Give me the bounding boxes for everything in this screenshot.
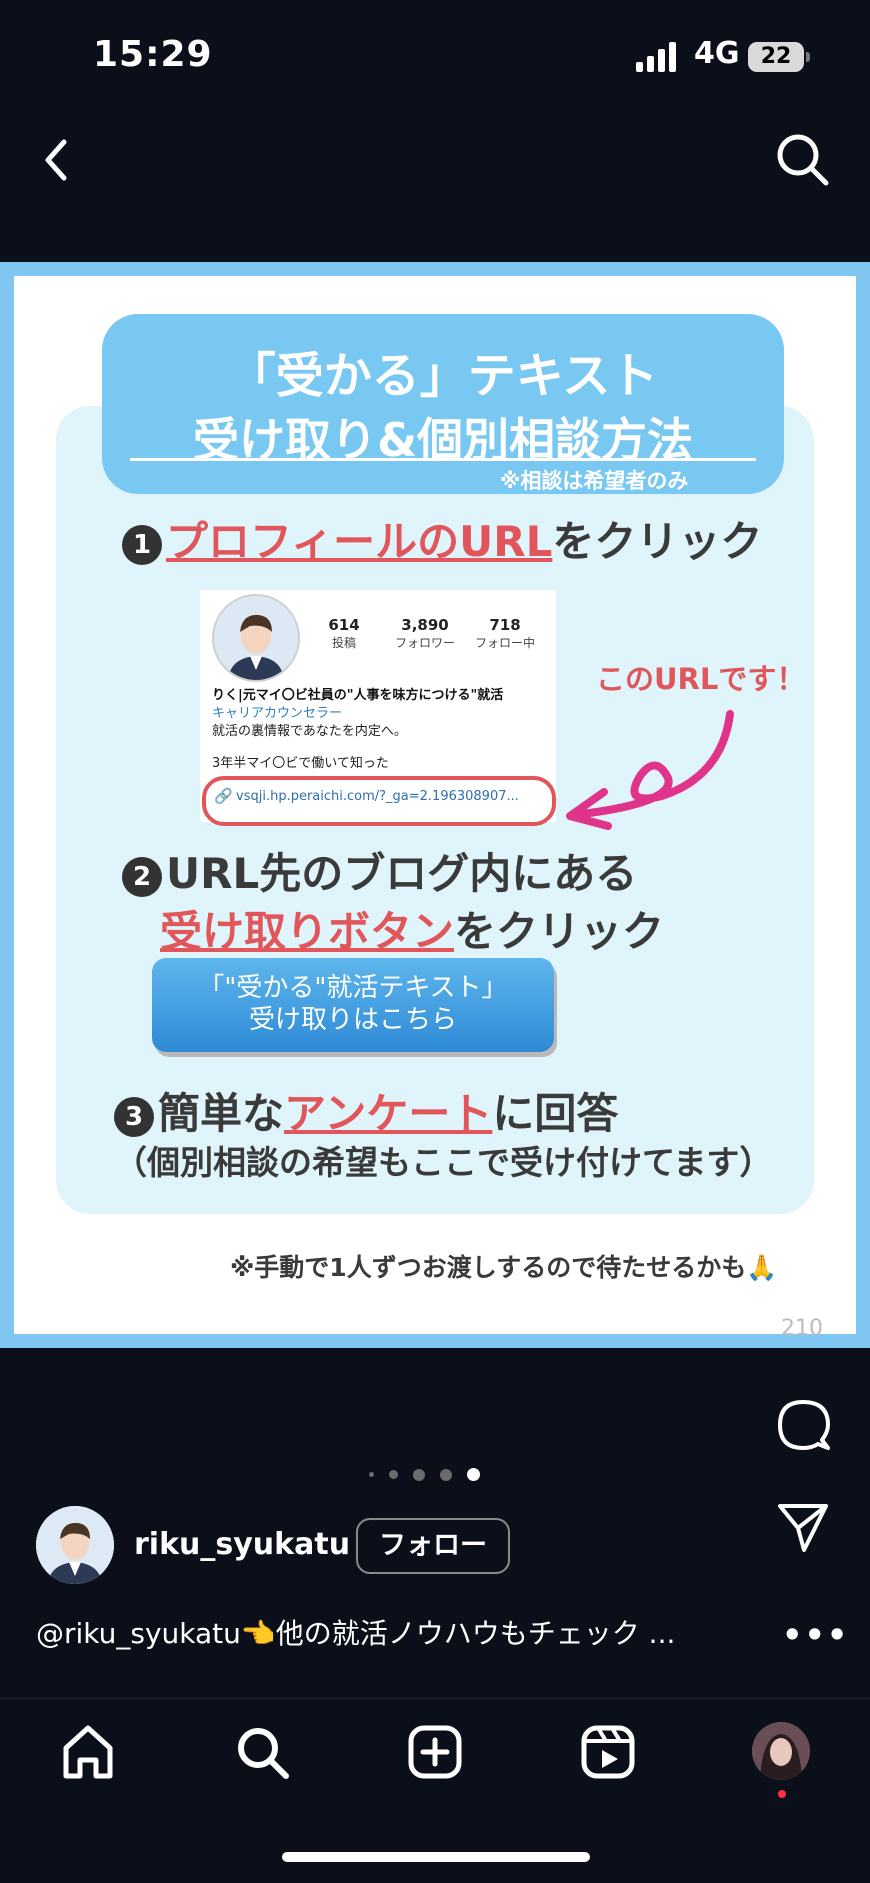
follow-button[interactable]: フォロー <box>356 1518 510 1574</box>
carousel-dot <box>389 1470 399 1479</box>
home-indicator[interactable] <box>282 1852 590 1862</box>
profile-bio-line2: 3年半マイ〇ビで働いて知った <box>212 756 389 771</box>
stat-following-value: 718 <box>489 616 521 634</box>
post-caption[interactable]: @riku_syukatu👈他の就活ノウハウもチェック ... <box>36 1612 675 1652</box>
step3-number: 3 <box>114 1096 154 1137</box>
comment-icon[interactable] <box>776 1398 830 1452</box>
post-footnote: ※手動で1人ずつお渡しするので待たせるかも🙏 <box>230 1253 778 1282</box>
status-time: 15:29 <box>93 34 213 75</box>
step1-rest: をクリック <box>552 517 763 566</box>
stat-followers: 3,890 フォロワー <box>390 616 460 651</box>
step3-pre: 簡単な <box>158 1089 285 1138</box>
carousel-dot <box>413 1468 426 1481</box>
stat-posts-label: 投稿 <box>331 636 356 650</box>
battery-tip <box>806 52 810 62</box>
post-title-line1: 「受かる」テキスト <box>227 348 659 404</box>
notification-dot <box>778 1790 786 1798</box>
profile-avatar <box>212 594 300 682</box>
stat-following: 718 フォロー中 <box>468 616 542 651</box>
search-tab-icon[interactable] <box>232 1722 292 1782</box>
step3-line1: 3 簡単なアンケートに回答 <box>114 1080 618 1141</box>
profile-category: キャリアカウンセラー <box>212 706 343 721</box>
step3-rest: に回答 <box>492 1089 619 1138</box>
step3-subtext: （個別相談の希望もここで受け付けてます） <box>114 1143 773 1182</box>
link-icon: 🔗 <box>214 787 233 805</box>
button-line2: 受け取りはこちら <box>248 1005 457 1035</box>
profile-name: りく|元マイ〇ビ社員の"人事を味方につける"就活 <box>212 688 504 703</box>
profile-tab-avatar[interactable] <box>752 1722 810 1780</box>
carousel-dot <box>440 1468 453 1481</box>
carousel-dot-active <box>467 1468 481 1481</box>
title-divider <box>130 458 756 461</box>
step2-line1: 2 URL先のブログ内にある <box>122 840 637 901</box>
step1-number: 1 <box>122 524 162 565</box>
home-icon[interactable] <box>58 1722 118 1782</box>
stat-posts: 614 投稿 <box>318 616 370 651</box>
like-count: 210 <box>781 1316 823 1341</box>
more-options-icon[interactable]: ••• <box>782 1616 849 1654</box>
profile-link: vsqji.hp.peraichi.com/?_ga=2.196308907..… <box>236 789 519 804</box>
step2-highlight: 受け取りボタン <box>160 907 455 956</box>
signal-strength-icon <box>636 42 676 72</box>
carousel-dots <box>364 1464 485 1483</box>
send-icon[interactable] <box>776 1502 830 1554</box>
button-line1: 「"受かる"就活テキスト」 <box>198 973 508 1003</box>
network-type: 4G <box>694 36 740 71</box>
carousel-dot <box>369 1472 374 1477</box>
step2-number: 2 <box>122 856 162 897</box>
step1: 1 プロフィールのURLをクリック <box>122 508 762 569</box>
title-note: ※相談は希望者のみ <box>500 469 689 493</box>
receive-text-button[interactable]: 「"受かる"就活テキスト」 受け取りはこちら <box>152 958 554 1052</box>
stat-followers-value: 3,890 <box>401 616 449 634</box>
profile-bio-line1: 就活の裏情報であなたを内定へ。 <box>212 724 407 739</box>
back-chevron-icon[interactable] <box>36 132 80 188</box>
new-post-icon[interactable] <box>405 1722 465 1782</box>
stat-posts-value: 614 <box>328 616 360 634</box>
step2-text: URL先のブログ内にある <box>166 849 638 898</box>
stat-followers-label: フォロワー <box>394 636 455 650</box>
search-icon[interactable] <box>774 131 830 187</box>
stat-following-label: フォロー中 <box>474 636 535 650</box>
author-avatar[interactable] <box>36 1506 114 1584</box>
curly-arrow-icon <box>566 710 734 830</box>
step1-highlight: プロフィールのURL <box>166 517 553 566</box>
step2-line2: 受け取りボタンをクリック <box>160 898 664 959</box>
heart-icon[interactable] <box>770 1236 832 1294</box>
step3-highlight: アンケート <box>284 1089 493 1138</box>
url-callout: このURLです！ <box>596 662 806 696</box>
reels-icon[interactable] <box>578 1722 638 1782</box>
battery-icon: 22 <box>748 42 804 72</box>
author-username[interactable]: riku_syukatu <box>134 1527 350 1562</box>
step2-rest: をクリック <box>454 907 665 956</box>
